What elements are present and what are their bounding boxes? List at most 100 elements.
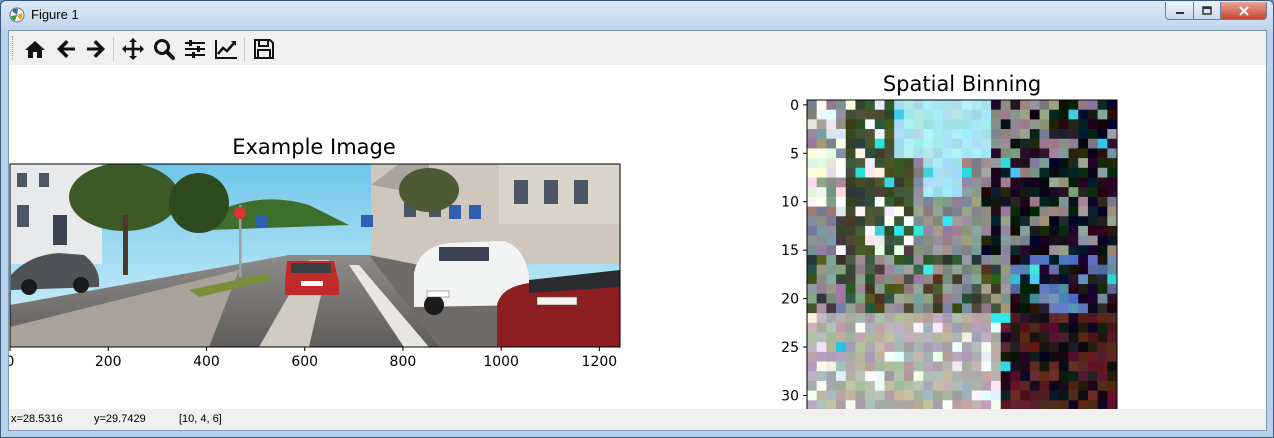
bin-cell — [874, 245, 885, 256]
bin-cell — [1068, 255, 1079, 265]
bin-cell — [952, 245, 963, 256]
bin-cell — [855, 371, 866, 382]
bin-cell — [923, 158, 934, 169]
subplots-button[interactable] — [183, 37, 207, 61]
bin-cell — [874, 206, 885, 217]
bin-cell — [1000, 245, 1011, 256]
bin-cell — [913, 216, 924, 227]
bin-cell — [1097, 332, 1108, 343]
bin-cell — [1078, 177, 1089, 188]
bin-cell — [962, 361, 972, 372]
figure-canvas[interactable]: Example Image 200 400 600 800 1000 1200 … — [9, 65, 1266, 409]
bin-cell — [1039, 196, 1050, 207]
bin-cell — [1097, 167, 1108, 178]
bin-cell — [981, 371, 992, 382]
bin-cell — [1107, 351, 1118, 362]
bin-cell — [913, 148, 924, 159]
bin-cell — [874, 293, 885, 304]
photo-x-tick-label: 200 — [95, 354, 122, 370]
bin-cell — [1107, 109, 1118, 120]
bin-cell — [865, 371, 876, 382]
bin-cell — [1049, 225, 1060, 236]
bin-cell — [1078, 284, 1089, 295]
bin-cell — [952, 274, 963, 285]
bin-cell — [1087, 187, 1098, 198]
bin-cell — [913, 313, 924, 324]
bin-cell — [981, 119, 992, 130]
bin-cell — [1058, 109, 1069, 120]
bin-cell — [1039, 216, 1050, 227]
bin-cell — [991, 138, 1002, 149]
bin-cell — [884, 313, 895, 324]
photo-axes-title: Example Image — [232, 135, 396, 159]
bin-cell — [923, 196, 934, 207]
bin-cell — [1010, 313, 1021, 324]
bin-cell — [816, 351, 827, 362]
bin-cell — [1078, 380, 1089, 391]
bin-cell — [836, 158, 847, 169]
bin-cell — [1010, 187, 1021, 198]
bin-cell — [836, 245, 847, 256]
bin-cell — [807, 274, 817, 285]
maximize-button[interactable] — [1193, 2, 1221, 20]
bin-cell — [1029, 206, 1040, 217]
customize-button[interactable] — [214, 37, 238, 61]
bin-cell — [952, 109, 963, 120]
bin-cell — [1078, 235, 1089, 246]
bin-cell — [981, 332, 992, 343]
bin-cell — [903, 245, 914, 256]
bin-cell — [884, 380, 895, 391]
bin-cell — [903, 167, 914, 178]
bin-cell — [1010, 100, 1021, 110]
binning-axes-title: Spatial Binning — [883, 72, 1041, 96]
back-button[interactable] — [54, 37, 78, 61]
bin-cell — [971, 100, 982, 110]
bin-cell — [913, 342, 924, 353]
bin-cell — [952, 138, 963, 149]
bin-cell — [855, 206, 866, 217]
bin-cell — [903, 371, 914, 382]
forward-button[interactable] — [84, 37, 108, 61]
bin-cell — [1078, 167, 1089, 178]
bin-cell — [894, 138, 905, 149]
bin-cell — [836, 332, 847, 343]
bin-cell — [816, 274, 827, 285]
bin-cell — [913, 284, 924, 295]
bin-cell — [1087, 342, 1098, 353]
bin-cell — [962, 138, 972, 149]
pan-button[interactable] — [121, 37, 145, 61]
bin-cell — [1000, 293, 1011, 304]
bin-cell — [913, 274, 924, 285]
bin-cell — [962, 284, 972, 295]
bin-cell — [1058, 255, 1069, 265]
bin-cell — [913, 245, 924, 256]
bin-cell — [1097, 138, 1108, 149]
bin-cell — [884, 167, 895, 178]
bin-cell — [962, 371, 972, 382]
close-button[interactable] — [1220, 2, 1267, 20]
bin-cell — [855, 380, 866, 391]
zoom-button[interactable] — [152, 37, 176, 61]
bin-cell — [942, 361, 953, 372]
bin-cell — [1039, 380, 1050, 391]
bin-cell — [874, 303, 885, 314]
save-button[interactable] — [252, 37, 276, 61]
bin-cell — [865, 322, 876, 333]
bin-cell — [1049, 255, 1060, 265]
bin-cell — [836, 400, 847, 409]
bin-cell — [942, 284, 953, 295]
bin-cell — [1087, 196, 1098, 207]
bin-cell — [807, 216, 817, 227]
bin-cell — [826, 206, 837, 217]
bin-cell — [1049, 293, 1060, 304]
bin-cell — [962, 332, 972, 343]
minimize-button[interactable] — [1165, 2, 1194, 20]
bin-cell — [836, 109, 847, 120]
bin-cell — [1039, 177, 1050, 188]
bin-cell — [855, 148, 866, 159]
bin-cell — [981, 138, 992, 149]
bin-cell — [884, 264, 895, 275]
bin-cell — [932, 342, 943, 353]
home-button[interactable] — [23, 37, 47, 61]
title-bar[interactable]: Figure 1 — [1, 1, 1273, 29]
